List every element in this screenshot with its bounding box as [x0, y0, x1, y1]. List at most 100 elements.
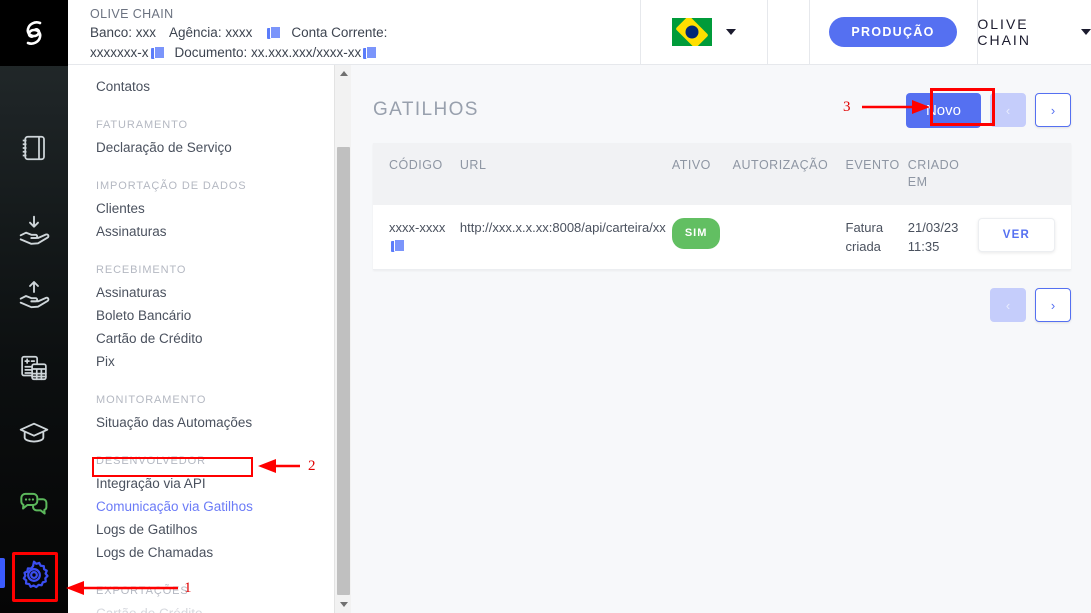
- pagination-prev-top[interactable]: ‹: [990, 93, 1026, 127]
- cell-codigo: xxxx-xxxx: [373, 205, 460, 270]
- sidebar-item-pix[interactable]: Pix: [96, 350, 334, 373]
- nav-group-title: FATURAMENTO: [96, 119, 188, 131]
- sidebar-item-treinamento[interactable]: [0, 405, 68, 461]
- annotation-label-2: 2: [308, 458, 316, 474]
- header-spacer: [768, 0, 809, 64]
- pagination-footer: ‹ ›: [373, 288, 1071, 322]
- agency-label: Agência: xxxx: [169, 24, 253, 40]
- sidebar-item-declaracao-de-servico[interactable]: Declaração de Serviço: [96, 136, 334, 159]
- nav-group-title: RECEBIMENTO: [96, 264, 187, 276]
- sidebar-item-comunicacao-via-gatilhos[interactable]: Comunicação via Gatilhos: [96, 495, 334, 518]
- nav-menu: Contatos FATURAMENTO Declaração de Serviç…: [68, 65, 335, 613]
- pagination-next-bottom[interactable]: ›: [1035, 288, 1071, 322]
- scrollbar-thumb[interactable]: [337, 147, 350, 595]
- table-header-row: CÓDIGO URL ATIVO AUTORIZAÇÃO EVENTO CRIA…: [373, 143, 1071, 205]
- locale-selector[interactable]: [641, 0, 767, 64]
- copy-icon[interactable]: [150, 45, 165, 60]
- annotation-box-gear: [12, 552, 58, 602]
- sidebar-item-situacao-das-automacoes[interactable]: Situação das Automações: [96, 411, 334, 434]
- nav-sections: FATURAMENTO Declaração de Serviço IMPORTAÇ…: [96, 119, 334, 613]
- environment-badge-wrap: PRODUÇÃO: [810, 0, 977, 64]
- pagination-prev-bottom[interactable]: ‹: [990, 288, 1026, 322]
- account-value: xxxxxxx-x: [90, 44, 149, 60]
- sidebar-item-logs-de-chamadas[interactable]: Logs de Chamadas: [96, 541, 334, 564]
- notebook-icon: [22, 135, 45, 161]
- chat-bubbles-icon: [20, 492, 48, 515]
- icon-rail: [0, 0, 68, 613]
- sidebar-item-faturamento[interactable]: [0, 340, 68, 396]
- nav-group-title: EXPORTAÇÕES: [96, 585, 189, 597]
- sidebar-item-clientes[interactable]: Clientes: [96, 197, 334, 220]
- user-name: OLIVE CHAIN: [977, 16, 1031, 48]
- cell-criado-em: 21/03/23 11:35: [907, 205, 978, 270]
- cell-autorizacao: [732, 205, 846, 270]
- column-header-autorizacao: AUTORIZAÇÃO: [732, 143, 846, 205]
- account-line-1: Banco: xxx Agência: xxxx Conta Corrente:: [90, 23, 640, 43]
- table-header: CÓDIGO URL ATIVO AUTORIZAÇÃO EVENTO CRIA…: [373, 143, 1071, 205]
- copy-icon[interactable]: [363, 45, 378, 60]
- account-company-name: OLIVE CHAIN: [90, 6, 174, 21]
- account-line-2: xxxxxxx-x Documento: xx.xxx.xxx/xxxx-xx: [90, 43, 640, 63]
- nav-group-title: IMPORTAÇÃO DE DADOS: [96, 180, 247, 192]
- graduation-cap-icon: [19, 422, 49, 443]
- bank-label: Banco: xxx: [90, 24, 157, 40]
- sidebar-item-cartao-de-credito[interactable]: Cartão de Crédito: [96, 327, 334, 350]
- scroll-down-arrow-icon[interactable]: [335, 596, 352, 613]
- olive-chain-logo-icon: [26, 21, 42, 45]
- sidebar-item-assinaturas[interactable]: Assinaturas: [96, 281, 334, 304]
- calculator-icon: [21, 355, 47, 381]
- app-root: OLIVE CHAIN Banco: xxx Agência: xxxx Con…: [0, 0, 1091, 613]
- nav-group-title: MONITORAMENTO: [96, 394, 207, 406]
- status-badge: SIM: [671, 218, 721, 249]
- sidebar-item-suporte[interactable]: [0, 475, 68, 531]
- cell-evento: Fatura criada: [845, 205, 908, 270]
- column-header-evento: EVENTO: [845, 143, 908, 205]
- gatilhos-table: CÓDIGO URL ATIVO AUTORIZAÇÃO EVENTO CRIA…: [373, 143, 1071, 270]
- table-row: xxxx-xxxx http://xxx.x.x.xx:8008/api/cart…: [373, 205, 1071, 270]
- sidebar-item-boleto-bancario[interactable]: Boleto Bancário: [96, 304, 334, 327]
- sidebar-item-contatos[interactable]: Contatos: [96, 75, 334, 98]
- app-logo[interactable]: [0, 0, 68, 66]
- column-header-url: URL: [459, 143, 672, 205]
- view-button[interactable]: VER: [977, 218, 1055, 252]
- annotation-label-3: 3: [843, 99, 851, 115]
- cell-actions: VER: [977, 205, 1071, 270]
- hand-receive-icon: [19, 215, 50, 245]
- annotation-box-new-button: [930, 88, 995, 126]
- menu-scrollbar[interactable]: [334, 65, 351, 613]
- copy-icon[interactable]: [267, 25, 282, 40]
- sidebar-item-pagamento[interactable]: [0, 268, 68, 324]
- nav-menu-inner: Contatos FATURAMENTO Declaração de Serviç…: [68, 65, 334, 613]
- scroll-up-arrow-icon[interactable]: [335, 65, 352, 82]
- main-content: GATILHOS Novo ‹ › CÓDIGO URL ATIVO AUTOR…: [351, 65, 1091, 613]
- table-body: xxxx-xxxx http://xxx.x.x.xx:8008/api/cart…: [373, 205, 1071, 270]
- status-badge[interactable]: PRODUÇÃO: [829, 17, 957, 47]
- column-header-criado-em-text: CRIADO EM: [907, 158, 960, 189]
- hand-send-icon: [19, 281, 50, 309]
- brazil-flag-icon: [671, 18, 712, 46]
- sidebar-item-logs-de-gatilhos[interactable]: Logs de Gatilhos: [96, 518, 334, 541]
- annotation-box-menu-item: [92, 457, 253, 477]
- chevron-down-icon: [1081, 29, 1091, 35]
- top-header: OLIVE CHAIN Banco: xxx Agência: xxxx Con…: [68, 0, 1091, 65]
- sidebar-item-cartao-de-credito[interactable]: Cartão de Crédito: [96, 602, 334, 613]
- sidebar-item-assinaturas[interactable]: Assinaturas: [96, 220, 334, 243]
- column-header-ativo: ATIVO: [671, 143, 733, 205]
- cell-url: http://xxx.x.x.xx:8008/api/carteira/xx: [459, 205, 672, 270]
- column-header-actions: [977, 143, 1071, 205]
- pagination-next-top[interactable]: ›: [1035, 93, 1071, 127]
- column-header-criado-em: CRIADO EM: [907, 143, 978, 205]
- copy-icon[interactable]: [391, 239, 405, 253]
- annotation-label-1: 1: [184, 580, 192, 596]
- sidebar-item-recebimento[interactable]: [0, 202, 68, 258]
- cell-ativo: SIM: [671, 205, 733, 270]
- document-label: Documento: xx.xxx.xxx/xxxx-xx: [174, 44, 362, 60]
- user-menu[interactable]: OLIVE CHAIN: [977, 0, 1091, 64]
- chevron-down-icon: [725, 29, 736, 35]
- page-title: GATILHOS: [373, 99, 479, 120]
- codigo-value: xxxx-xxxx: [389, 220, 446, 235]
- account-info: OLIVE CHAIN Banco: xxx Agência: xxxx Con…: [68, 0, 640, 64]
- account-label: Conta Corrente:: [291, 24, 388, 40]
- column-header-codigo: CÓDIGO: [373, 143, 460, 205]
- sidebar-item-cadastros[interactable]: [0, 120, 68, 176]
